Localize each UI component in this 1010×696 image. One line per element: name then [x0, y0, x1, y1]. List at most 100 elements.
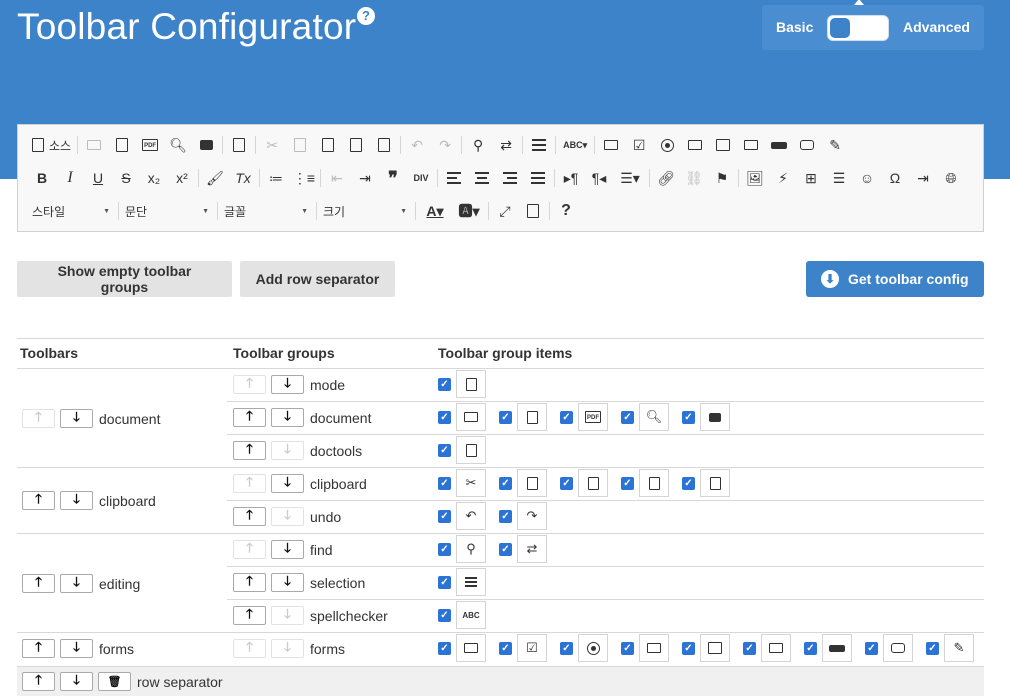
superscript-button[interactable]: x²: [168, 164, 196, 192]
mode-basic-label[interactable]: Basic: [776, 19, 813, 35]
numbered-list-button[interactable]: ≔: [262, 164, 290, 192]
copy-button[interactable]: [286, 131, 314, 159]
move-up-button[interactable]: 🡑: [233, 606, 266, 625]
rtl-button[interactable]: ¶◂: [585, 164, 613, 192]
move-down-button[interactable]: 🡓: [271, 408, 304, 427]
item-checkbox[interactable]: ✓: [926, 641, 939, 655]
item-checkbox[interactable]: ✓: [682, 410, 695, 424]
move-up-button[interactable]: 🡑: [233, 375, 266, 394]
question-circle-icon[interactable]: ?: [357, 7, 375, 25]
move-down-button[interactable]: 🡓: [60, 574, 93, 593]
item-checkbox[interactable]: ✓: [865, 641, 878, 655]
italic-button[interactable]: I: [56, 164, 84, 192]
trash-icon[interactable]: 🗑︎: [98, 672, 131, 691]
move-up-button[interactable]: 🡑: [233, 540, 266, 559]
spellcheck-button[interactable]: ABC▾: [558, 131, 592, 159]
mode-advanced-label[interactable]: Advanced: [903, 19, 970, 35]
move-down-button[interactable]: 🡓: [271, 474, 304, 493]
move-up-button[interactable]: 🡑: [22, 639, 55, 658]
move-down-button[interactable]: 🡓: [271, 540, 304, 559]
item-checkbox[interactable]: ✓: [438, 410, 451, 424]
move-down-button[interactable]: 🡓: [271, 441, 304, 460]
save-button[interactable]: [80, 131, 108, 159]
move-up-button[interactable]: 🡑: [233, 474, 266, 493]
replace-button[interactable]: ⇄: [492, 131, 520, 159]
item-checkbox[interactable]: ✓: [438, 443, 451, 457]
bulleted-list-button[interactable]: ⋮≡: [290, 164, 318, 192]
hidden-field-button[interactable]: ✎: [821, 131, 849, 159]
bg-color-button[interactable]: 🅰︎▾: [452, 197, 486, 225]
text-field-button[interactable]: [681, 131, 709, 159]
redo-button[interactable]: ↷: [431, 131, 459, 159]
table-button[interactable]: ⊞: [797, 164, 825, 192]
size-combo[interactable]: 크기 ▼: [319, 199, 413, 223]
move-down-button[interactable]: 🡓: [60, 491, 93, 510]
item-checkbox[interactable]: ✓: [438, 509, 451, 523]
subscript-button[interactable]: x₂: [140, 164, 168, 192]
about-button[interactable]: ?: [552, 197, 580, 225]
item-checkbox[interactable]: ✓: [621, 641, 634, 655]
paste-text-button[interactable]: [342, 131, 370, 159]
item-checkbox[interactable]: ✓: [499, 509, 512, 523]
font-combo[interactable]: 글꼴 ▼: [220, 199, 314, 223]
bold-button[interactable]: B: [28, 164, 56, 192]
textarea-button[interactable]: [709, 131, 737, 159]
move-up-button[interactable]: 🡑: [22, 672, 55, 691]
horizontal-rule-button[interactable]: ☰: [825, 164, 853, 192]
styles-combo[interactable]: 스타일 ▼: [28, 199, 116, 223]
source-button[interactable]: 소스: [28, 131, 75, 159]
move-up-button[interactable]: 🡑: [233, 408, 266, 427]
blockquote-button[interactable]: ❞: [379, 164, 407, 192]
flash-button[interactable]: ⚡︎: [769, 164, 797, 192]
move-up-button[interactable]: 🡑: [233, 573, 266, 592]
language-button[interactable]: ☰▾: [613, 164, 647, 192]
strike-button[interactable]: S: [112, 164, 140, 192]
new-page-button[interactable]: [108, 131, 136, 159]
move-up-button[interactable]: 🡑: [233, 441, 266, 460]
text-color-button[interactable]: A▾: [418, 197, 452, 225]
item-checkbox[interactable]: ✓: [682, 476, 695, 490]
page-break-button[interactable]: ⇥: [909, 164, 937, 192]
move-down-button[interactable]: 🡓: [60, 639, 93, 658]
image-button-button[interactable]: [793, 131, 821, 159]
div-button[interactable]: DIV: [407, 164, 435, 192]
move-down-button[interactable]: 🡓: [271, 606, 304, 625]
move-up-button[interactable]: 🡑: [22, 491, 55, 510]
item-checkbox[interactable]: ✓: [438, 542, 451, 556]
anchor-button[interactable]: ⚑: [708, 164, 736, 192]
templates-button[interactable]: [225, 131, 253, 159]
move-down-button[interactable]: 🡓: [60, 672, 93, 691]
link-button[interactable]: 🔗︎: [652, 164, 680, 192]
get-toolbar-config-button[interactable]: ⬇ Get toolbar config: [806, 261, 984, 297]
radio-button[interactable]: [653, 131, 681, 159]
item-checkbox[interactable]: ✓: [560, 641, 573, 655]
move-up-button[interactable]: 🡑: [22, 409, 55, 428]
move-up-button[interactable]: 🡑: [233, 507, 266, 526]
show-blocks-button[interactable]: [519, 197, 547, 225]
preview-button[interactable]: 🔍︎: [164, 131, 192, 159]
unlink-button[interactable]: ⛓︎: [680, 164, 708, 192]
item-checkbox[interactable]: ✓: [438, 608, 451, 622]
checkbox-button[interactable]: ☑: [625, 131, 653, 159]
format-combo[interactable]: 문단 ▼: [121, 199, 215, 223]
align-left-button[interactable]: [440, 164, 468, 192]
export-pdf-button[interactable]: PDF: [136, 131, 164, 159]
align-right-button[interactable]: [496, 164, 524, 192]
item-checkbox[interactable]: ✓: [560, 476, 573, 490]
cut-button[interactable]: ✂: [258, 131, 286, 159]
move-down-button[interactable]: 🡓: [271, 507, 304, 526]
maximize-button[interactable]: ⤢: [491, 197, 519, 225]
paste-word-button[interactable]: [370, 131, 398, 159]
image-button[interactable]: 🖼︎: [741, 164, 769, 192]
item-checkbox[interactable]: ✓: [438, 377, 451, 391]
item-checkbox[interactable]: ✓: [560, 410, 573, 424]
item-checkbox[interactable]: ✓: [621, 476, 634, 490]
outdent-button[interactable]: ⇤: [323, 164, 351, 192]
item-checkbox[interactable]: ✓: [499, 641, 512, 655]
smiley-button[interactable]: ☺: [853, 164, 881, 192]
ltr-button[interactable]: ▸¶: [557, 164, 585, 192]
justify-button[interactable]: [524, 164, 552, 192]
item-checkbox[interactable]: ✓: [804, 641, 817, 655]
item-checkbox[interactable]: ✓: [621, 410, 634, 424]
item-checkbox[interactable]: ✓: [743, 641, 756, 655]
